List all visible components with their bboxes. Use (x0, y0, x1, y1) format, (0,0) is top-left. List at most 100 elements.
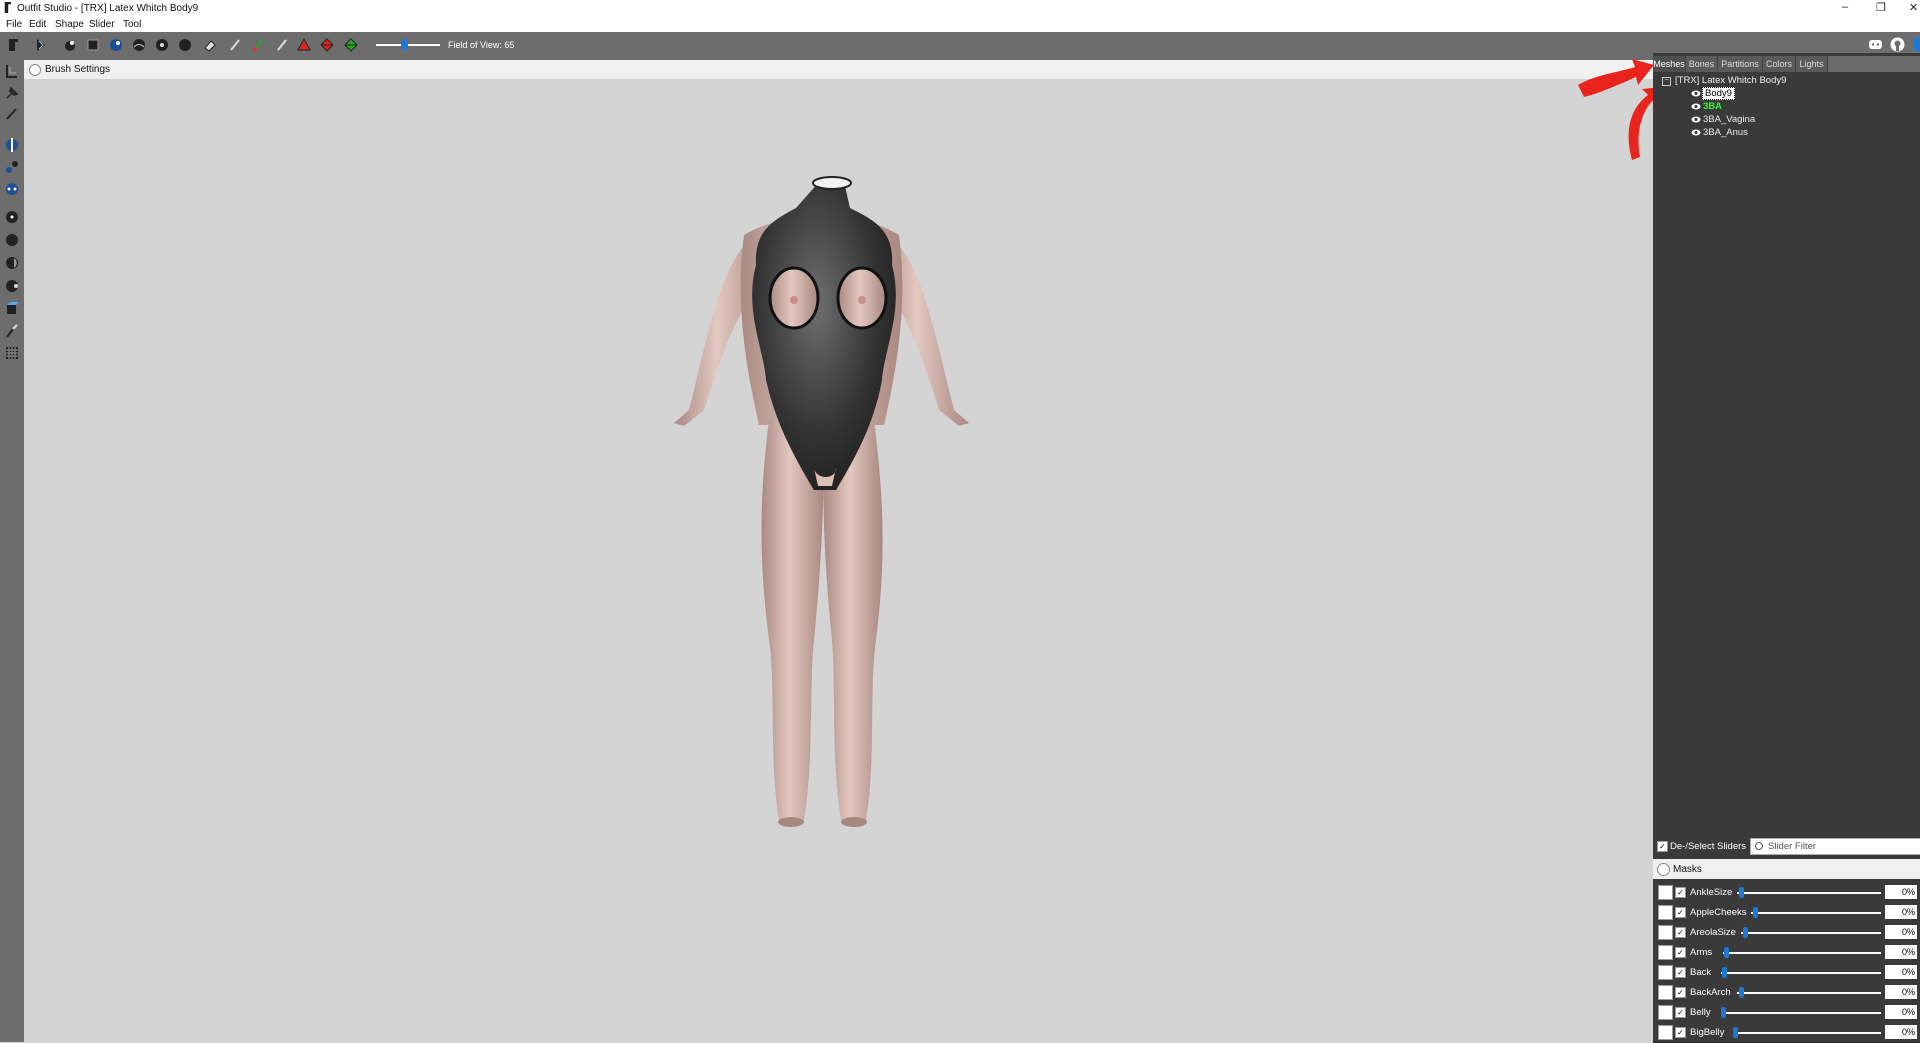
slider-value[interactable]: 0% (1885, 1005, 1917, 1019)
minimize-button[interactable]: – (1842, 1, 1848, 13)
slider-checkbox[interactable]: ✓ (1675, 1007, 1686, 1018)
edit-slider-brush-icon[interactable] (1658, 905, 1673, 920)
mesh-name[interactable]: 3BA_Vagina (1703, 114, 1755, 125)
slider-checkbox[interactable]: ✓ (1675, 987, 1686, 998)
color-paint-icon[interactable] (251, 38, 265, 52)
menu-slider[interactable]: Slider (89, 19, 115, 30)
github-icon[interactable] (1890, 37, 1905, 52)
grid-toggle-icon[interactable] (4, 345, 20, 361)
weight-paint-icon[interactable] (228, 38, 242, 52)
slider-value[interactable]: 0% (1885, 965, 1917, 979)
menu-file[interactable]: File (6, 19, 22, 30)
chevron-down-icon[interactable] (29, 64, 41, 76)
slider-thumb[interactable] (1722, 967, 1727, 978)
collapse-vertex-icon[interactable] (297, 38, 311, 52)
tab-lights[interactable]: Lights (1796, 56, 1828, 72)
slider-value[interactable]: 0% (1885, 985, 1917, 999)
brush-standard-icon[interactable] (63, 38, 77, 52)
slider-thumb[interactable] (1724, 947, 1729, 958)
mesh-name[interactable]: 3BA_Anus (1703, 127, 1748, 138)
vertex-select-icon[interactable] (4, 209, 20, 225)
edit-slider-brush-icon[interactable] (1658, 1005, 1673, 1020)
brush-settings-bar[interactable]: Brush Settings (24, 60, 1653, 80)
brush-smooth-icon[interactable] (155, 38, 169, 52)
slider-track[interactable] (1723, 952, 1881, 954)
masks-section[interactable]: Masks (1653, 859, 1920, 879)
restore-button[interactable]: ❐ (1876, 1, 1886, 14)
deselect-sliders-checkbox[interactable]: ✓ (1657, 841, 1668, 852)
brush-inflate-icon[interactable] (109, 38, 123, 52)
slider-track[interactable] (1751, 912, 1881, 914)
slider-value[interactable]: 0% (1885, 1025, 1917, 1039)
edit-slider-brush-icon[interactable] (1658, 945, 1673, 960)
tab-colors[interactable]: Colors (1763, 56, 1796, 72)
split-edge-icon[interactable] (344, 38, 358, 52)
tab-partitions[interactable]: Partitions (1718, 56, 1763, 72)
brush-move-icon[interactable] (178, 38, 192, 52)
alpha-paint-icon[interactable] (275, 38, 289, 52)
close-button[interactable]: ✕ (1909, 1, 1918, 14)
pin-tool-icon[interactable] (4, 85, 20, 101)
brush-deflate-icon[interactable] (132, 38, 146, 52)
nexus-icon[interactable] (1913, 37, 1920, 52)
edit-slider-brush-icon[interactable] (1658, 925, 1673, 940)
global-brush-icon[interactable] (4, 181, 20, 197)
slider-thumb[interactable] (1739, 887, 1744, 898)
slider-thumb[interactable] (1721, 1007, 1726, 1018)
wireframe-toggle-icon[interactable] (4, 232, 20, 248)
fov-slider-thumb[interactable] (401, 39, 408, 50)
edit-slider-brush-icon[interactable] (1658, 985, 1673, 1000)
tree-root-label[interactable]: [TRX] Latex Whitch Body9 (1675, 75, 1786, 86)
connected-only-icon[interactable] (4, 159, 20, 175)
collapse-tree-icon[interactable]: − (1662, 77, 1671, 86)
slider-thumb[interactable] (1753, 907, 1758, 918)
fov-slider-track[interactable] (376, 44, 440, 46)
transform-tool-icon[interactable] (34, 38, 48, 52)
slider-track[interactable] (1721, 972, 1881, 974)
slider-thumb[interactable] (1739, 987, 1744, 998)
slider-value[interactable]: 0% (1885, 925, 1917, 939)
slider-filter-input[interactable]: Slider Filter (1750, 838, 1920, 855)
edit-slider-brush-icon[interactable] (1658, 1025, 1673, 1040)
slider-checkbox[interactable]: ✓ (1675, 887, 1686, 898)
slider-track[interactable] (1737, 992, 1881, 994)
lighting-toggle-icon[interactable] (4, 255, 20, 271)
menu-edit[interactable]: Edit (29, 19, 46, 30)
slider-checkbox[interactable]: ✓ (1675, 927, 1686, 938)
slider-value[interactable]: 0% (1885, 885, 1917, 899)
brush-mask-icon[interactable] (86, 38, 100, 52)
slider-checkbox[interactable]: ✓ (1675, 967, 1686, 978)
slider-value[interactable]: 0% (1885, 945, 1917, 959)
discord-icon[interactable] (1868, 37, 1883, 52)
flip-edge-icon[interactable] (320, 38, 334, 52)
slider-thumb[interactable] (1733, 1027, 1738, 1038)
slider-track[interactable] (1733, 1032, 1881, 1034)
slider-track[interactable] (1721, 1012, 1881, 1014)
slider-checkbox[interactable]: ✓ (1675, 907, 1686, 918)
select-tool-icon[interactable] (5, 38, 19, 52)
visibility-eye-icon[interactable] (1691, 90, 1701, 97)
menu-tool[interactable]: Tool (123, 19, 141, 30)
visibility-eye-icon[interactable] (1691, 116, 1701, 123)
tab-bones[interactable]: Bones (1686, 56, 1718, 72)
chevron-down-icon[interactable] (1657, 863, 1670, 876)
3d-viewport[interactable] (24, 80, 1653, 1042)
edit-slider-brush-icon[interactable] (1658, 885, 1673, 900)
slider-track[interactable] (1737, 892, 1881, 894)
x-mirror-icon[interactable] (4, 137, 20, 153)
bone-view-icon[interactable] (4, 301, 20, 317)
eraser-icon[interactable] (203, 38, 217, 52)
slider-checkbox[interactable]: ✓ (1675, 1027, 1686, 1038)
edit-slider-brush-icon[interactable] (1658, 965, 1673, 980)
visibility-eye-icon[interactable] (1691, 103, 1701, 110)
deselect-sliders-label[interactable]: De-/Select Sliders (1670, 841, 1746, 852)
normals-view-icon[interactable] (4, 323, 20, 339)
slider-checkbox[interactable]: ✓ (1675, 947, 1686, 958)
pen-tool-icon[interactable] (4, 106, 20, 122)
visibility-eye-icon[interactable] (1691, 129, 1701, 136)
menu-shape[interactable]: Shape (55, 19, 84, 30)
mesh-name[interactable]: Body9 (1702, 87, 1735, 100)
texture-toggle-icon[interactable] (4, 278, 20, 294)
mesh-name[interactable]: 3BA (1703, 101, 1722, 112)
select-arrow-icon[interactable] (4, 63, 20, 79)
